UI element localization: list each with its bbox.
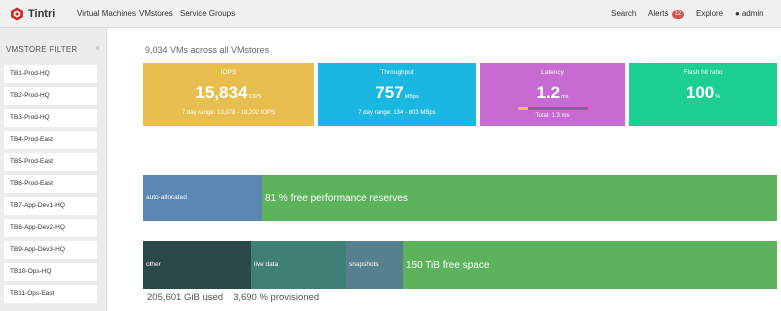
latency-title: Latency (541, 69, 564, 76)
other-space-segment[interactable]: other (143, 241, 251, 289)
sidebar-item-tb2-prod-hq[interactable]: TB2-Prod-HQ (4, 87, 97, 105)
flash-hit-ratio-tile[interactable]: Flash hit ratio 100% (629, 63, 777, 126)
iops-value-row: 15,834IOPS (143, 83, 314, 103)
nav-virtual-machines[interactable]: Virtual Machines (77, 0, 136, 28)
iops-range: 7 day range: 13,078 - 18,202 IOPS (181, 110, 276, 116)
latency-value: 1.2 (536, 83, 561, 102)
sidebar-item-tb5-prod-east[interactable]: TB5-Prod-East (4, 153, 97, 171)
brand-name: Tintri (28, 8, 56, 20)
iops-tile[interactable]: IOPS 15,834IOPS 7 day range: 13,078 - 18… (143, 63, 314, 126)
flash-value-row: 100% (629, 83, 777, 103)
alerts-count-badge: 12 (671, 10, 685, 19)
throughput-title: Throughput (380, 69, 414, 76)
nav-explore[interactable]: Explore (696, 0, 723, 28)
sidebar-item-tb3-prod-hq[interactable]: TB3-Prod-HQ (4, 109, 97, 127)
sidebar-item-tb8-app-dev2-hq[interactable]: TB8-App-Dev2-HQ (4, 219, 97, 237)
throughput-range: 7 day range: 134 - 803 MBps (358, 110, 436, 116)
brand[interactable]: Tintri (10, 6, 55, 22)
iops-unit: IOPS (248, 94, 262, 100)
throughput-value-row: 757MBps (318, 83, 476, 103)
flash-unit: % (715, 94, 721, 100)
snapshots-label: snapshots (349, 261, 379, 268)
user-name: admin (741, 9, 764, 18)
throughput-tile[interactable]: Throughput 757MBps 7 day range: 134 - 80… (318, 63, 476, 126)
tintri-logo-icon (11, 7, 23, 21)
sidebar-item-tb6-prod-east[interactable]: TB6-Prod-East (4, 175, 97, 193)
nav-search[interactable]: Search (611, 0, 636, 28)
sidebar-item-tb10-ops-hq[interactable]: TB10-Ops-HQ (4, 263, 97, 281)
throughput-value: 757 (375, 83, 404, 102)
user-icon: ● (735, 9, 740, 18)
space-used: 205,601 GiB used (147, 292, 224, 303)
sidebar-title: VMSTORE FILTER (6, 45, 78, 54)
sidebar-item-tb11-ops-east[interactable]: TB11-Ops-East (4, 285, 97, 303)
latency-bar-fill (518, 107, 528, 110)
sidebar-item-tb1-prod-hq[interactable]: TB1-Prod-HQ (4, 65, 97, 83)
sidebar-item-tb7-app-dev1-hq[interactable]: TB7-App-Dev1-HQ (4, 197, 97, 215)
auto-allocated-label: auto-allocated (146, 194, 187, 201)
nav-alerts[interactable]: Alerts 12 (648, 0, 685, 28)
live-data-label: live data (254, 261, 279, 268)
alerts-label: Alerts (648, 9, 669, 18)
latency-unit: ms (561, 94, 569, 100)
nav-service-groups[interactable]: Service Groups (180, 0, 235, 28)
latency-total: Total: 1.3 ms (535, 113, 570, 119)
top-nav: Tintri Virtual Machines VMstores Service… (0, 0, 781, 28)
iops-value: 15,834 (195, 83, 248, 102)
free-space-segment[interactable]: 150 TiB free space (403, 241, 777, 289)
live-data-segment[interactable]: live data (251, 241, 346, 289)
auto-allocated-segment[interactable]: auto-allocated (143, 175, 262, 221)
sidebar-item-tb4-prod-east[interactable]: TB4-Prod-East (4, 131, 97, 149)
latency-tile[interactable]: Latency 1.2ms Total: 1.3 ms (480, 63, 625, 126)
space-provisioned: 3,690 % provisioned (233, 292, 320, 303)
flash-value: 100 (685, 83, 715, 102)
sidebar-item-tb9-app-dev3-hq[interactable]: TB9-App-Dev3-HQ (4, 241, 97, 259)
space-stats: 205,601 GiB used 3,690 % provisioned (147, 292, 319, 303)
vmstore-filter-sidebar: VMSTORE FILTER × TB1-Prod-HQ TB2-Prod-HQ… (0, 28, 107, 311)
close-icon[interactable]: × (95, 43, 100, 53)
snapshots-segment[interactable]: snapshots (346, 241, 403, 289)
flash-title: Flash hit ratio (683, 69, 723, 76)
iops-title: IOPS (220, 69, 237, 76)
latency-value-row: 1.2ms (480, 83, 625, 103)
free-performance-label: 81 % free performance reserves (265, 193, 408, 204)
nav-vmstores[interactable]: VMstores (139, 0, 173, 28)
vm-summary: 9,034 VMs across all VMstores (145, 45, 270, 55)
user-menu[interactable]: ● admin (735, 0, 764, 28)
free-space-label: 150 TiB free space (406, 260, 490, 271)
free-performance-segment[interactable]: 81 % free performance reserves (262, 175, 777, 221)
latency-bar (518, 107, 588, 110)
throughput-unit: MBps (404, 94, 419, 100)
other-space-label: other (146, 261, 161, 268)
